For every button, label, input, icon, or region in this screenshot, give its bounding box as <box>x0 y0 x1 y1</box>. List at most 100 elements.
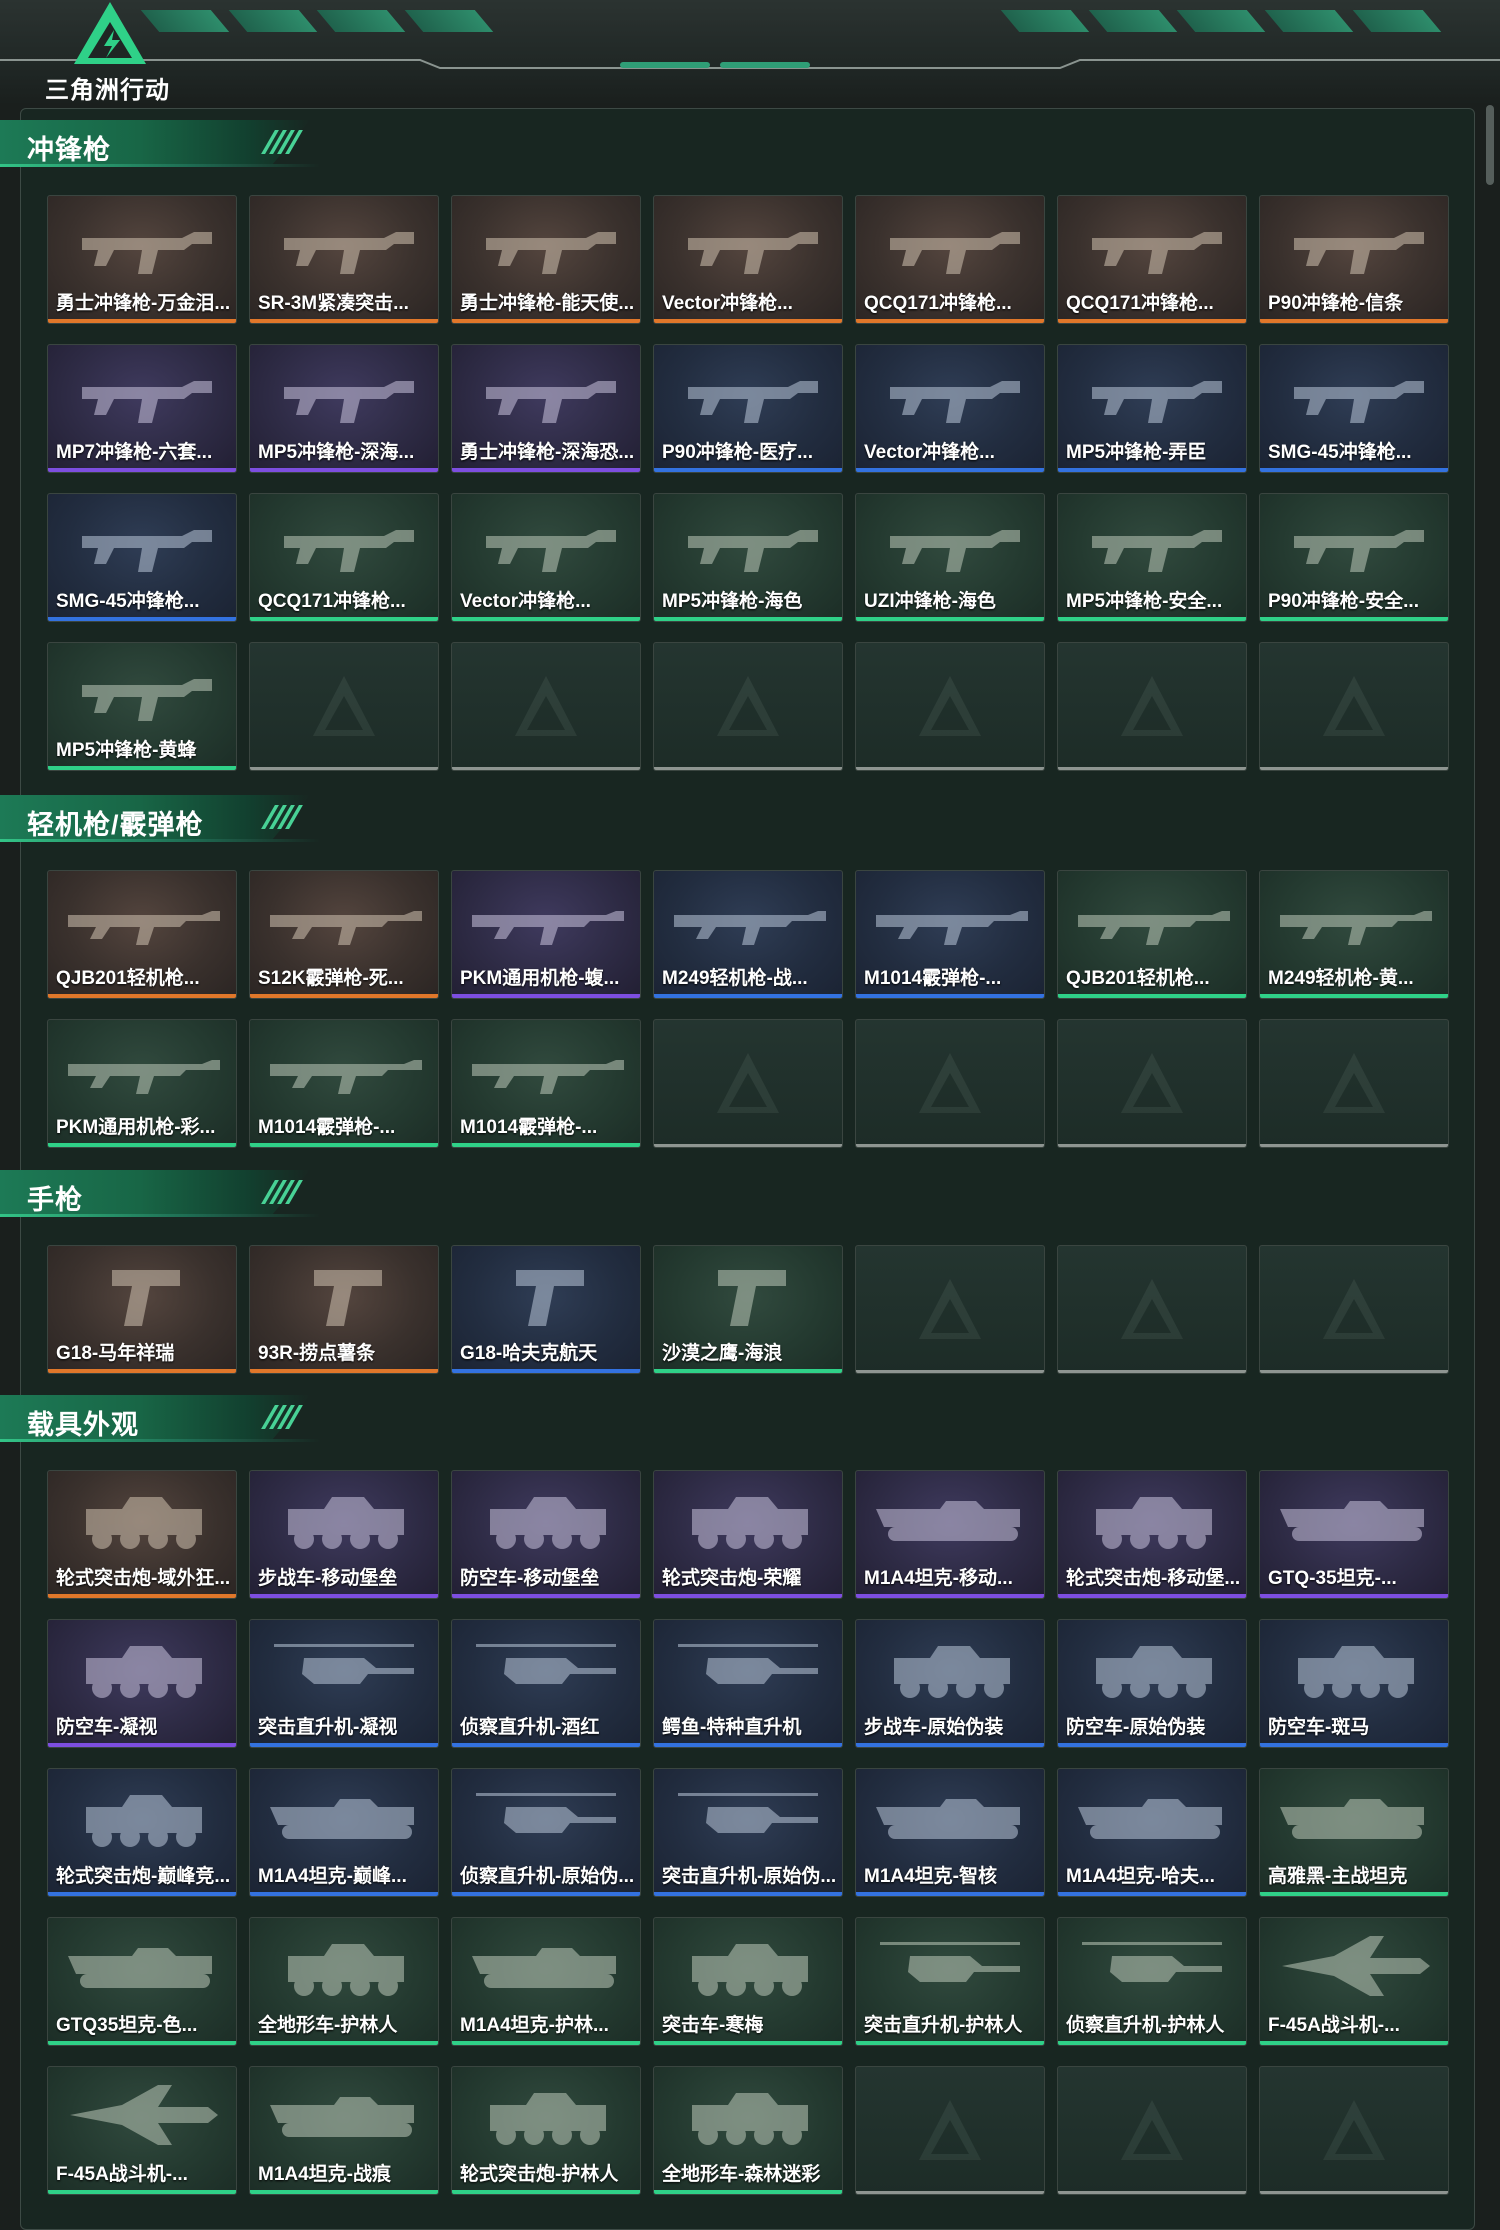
item-name: G18-哈夫克航天 <box>460 1343 598 1364</box>
item-card[interactable]: 轮式突击炮-巅峰竞... <box>47 1768 237 1897</box>
item-card[interactable]: QCQ171冲锋枪... <box>249 493 439 622</box>
item-card[interactable]: 沙漠之鹰-海浪 <box>653 1245 843 1374</box>
item-card[interactable]: 突击直升机-凝视 <box>249 1619 439 1748</box>
item-card[interactable]: 全地形车-森林迷彩 <box>653 2066 843 2195</box>
item-card[interactable]: Vector冲锋枪... <box>451 493 641 622</box>
item-card[interactable]: Vector冲锋枪... <box>653 195 843 324</box>
item-card[interactable]: 全地形车-护林人 <box>249 1917 439 2046</box>
rarity-bar <box>1058 319 1246 323</box>
item-card[interactable]: 93R-捞点薯条 <box>249 1245 439 1374</box>
item-name: M1014霰弹枪-... <box>258 1117 396 1138</box>
item-card[interactable]: 高雅黑-主战坦克 <box>1259 1768 1449 1897</box>
item-card[interactable]: 防空车-移动堡垒 <box>451 1470 641 1599</box>
item-card[interactable]: S12K霰弹枪-死... <box>249 870 439 999</box>
item-card[interactable]: SMG-45冲锋枪... <box>47 493 237 622</box>
item-card[interactable]: M1A4坦克-智核 <box>855 1768 1045 1897</box>
item-card[interactable]: QCQ171冲锋枪... <box>855 195 1045 324</box>
item-name: P90冲锋枪-信条 <box>1268 293 1404 314</box>
item-card[interactable]: M1A4坦克-巅峰... <box>249 1768 439 1897</box>
smg-icon <box>1294 232 1424 274</box>
item-name: 轮式突击炮-域外狂... <box>56 1568 231 1589</box>
item-card[interactable]: 轮式突击炮-荣耀 <box>653 1470 843 1599</box>
scrollbar-thumb[interactable] <box>1486 105 1494 185</box>
item-card[interactable]: P90冲锋枪-信条 <box>1259 195 1449 324</box>
item-card[interactable]: M1014霰弹枪-... <box>855 870 1045 999</box>
item-card[interactable]: SR-3M紧凑突击... <box>249 195 439 324</box>
item-card[interactable]: MP5冲锋枪-安全... <box>1057 493 1247 622</box>
rarity-bar <box>1058 1594 1246 1598</box>
rarity-bar <box>452 1892 640 1896</box>
item-card[interactable]: 侦察直升机-酒红 <box>451 1619 641 1748</box>
item-card[interactable]: 步战车-移动堡垒 <box>249 1470 439 1599</box>
item-card[interactable]: QCQ171冲锋枪... <box>1057 195 1247 324</box>
smg-icon <box>688 232 818 274</box>
item-card[interactable]: 勇士冲锋枪-深海恐... <box>451 344 641 473</box>
item-card[interactable]: M1014霰弹枪-... <box>451 1019 641 1148</box>
item-card[interactable]: GTQ-35坦克-... <box>1259 1470 1449 1599</box>
item-card[interactable]: 突击直升机-原始伪... <box>653 1768 843 1897</box>
item-card[interactable]: M1014霰弹枪-... <box>249 1019 439 1148</box>
item-card[interactable]: 侦察直升机-护林人 <box>1057 1917 1247 2046</box>
item-card[interactable]: 勇士冲锋枪-万金泪... <box>47 195 237 324</box>
item-card[interactable]: P90冲锋枪-医疗... <box>653 344 843 473</box>
item-card[interactable]: 防空车-凝视 <box>47 1619 237 1748</box>
item-card[interactable]: 防空车-原始伪装 <box>1057 1619 1247 1748</box>
item-card[interactable]: MP5冲锋枪-黄蜂 <box>47 642 237 771</box>
item-card[interactable]: 突击车-寒梅 <box>653 1917 843 2046</box>
item-name: M1A4坦克-战痕 <box>258 2164 392 2185</box>
item-card[interactable]: UZI冲锋枪-海色 <box>855 493 1045 622</box>
item-card[interactable]: QJB201轻机枪... <box>1057 870 1247 999</box>
rarity-bar <box>856 1743 1044 1747</box>
tank-icon <box>270 2097 414 2137</box>
header-decoration-right <box>1000 10 1442 36</box>
item-card[interactable]: MP5冲锋枪-弄臣 <box>1057 344 1247 473</box>
empty-slot <box>1057 642 1247 771</box>
item-card[interactable]: G18-哈夫克航天 <box>451 1245 641 1374</box>
rarity-bar <box>856 468 1044 472</box>
item-card[interactable]: F-45A战斗机-... <box>47 2066 237 2195</box>
tank-icon <box>876 1501 1020 1541</box>
grid-pistol: G18-马年祥瑞 93R-捞点薯条 G18-哈夫克航天 沙漠之鹰-海浪 <box>47 1245 1449 1374</box>
delta-logo-icon <box>1323 675 1385 736</box>
item-card[interactable]: M1A4坦克-战痕 <box>249 2066 439 2195</box>
item-card[interactable]: 步战车-原始伪装 <box>855 1619 1045 1748</box>
item-card[interactable]: MP7冲锋枪-六套... <box>47 344 237 473</box>
rarity-bar <box>1058 1743 1246 1747</box>
slot-bar <box>1058 1370 1246 1373</box>
item-card[interactable]: M249轻机枪-战... <box>653 870 843 999</box>
item-name: 步战车-移动堡垒 <box>258 1568 398 1589</box>
item-name: 突击直升机-护林人 <box>864 2015 1023 2036</box>
item-card[interactable]: 轮式突击炮-移动堡... <box>1057 1470 1247 1599</box>
delta-logo-icon <box>717 675 779 736</box>
item-card[interactable]: Vector冲锋枪... <box>855 344 1045 473</box>
item-card[interactable]: SMG-45冲锋枪... <box>1259 344 1449 473</box>
item-card[interactable]: M1A4坦克-哈夫... <box>1057 1768 1247 1897</box>
item-card[interactable]: F-45A战斗机-... <box>1259 1917 1449 2046</box>
item-card[interactable]: M1A4坦克-移动... <box>855 1470 1045 1599</box>
item-name: 沙漠之鹰-海浪 <box>662 1343 783 1364</box>
pistol-icon <box>516 1270 584 1326</box>
item-card[interactable]: MP5冲锋枪-深海... <box>249 344 439 473</box>
item-card[interactable]: 轮式突击炮-域外狂... <box>47 1470 237 1599</box>
rarity-bar <box>48 617 236 621</box>
item-card[interactable]: GTQ35坦克-色... <box>47 1917 237 2046</box>
item-card[interactable]: G18-马年祥瑞 <box>47 1245 237 1374</box>
item-card[interactable]: MP5冲锋枪-海色 <box>653 493 843 622</box>
item-card[interactable]: PKM通用机枪-蝮... <box>451 870 641 999</box>
item-card[interactable]: 鳄鱼-特种直升机 <box>653 1619 843 1748</box>
section-title: 轻机枪/霰弹枪 <box>27 810 204 840</box>
item-card[interactable]: 侦察直升机-原始伪... <box>451 1768 641 1897</box>
item-name: 全地形车-森林迷彩 <box>662 2164 821 2185</box>
item-card[interactable]: 轮式突击炮-护林人 <box>451 2066 641 2195</box>
item-card[interactable]: M1A4坦克-护林... <box>451 1917 641 2046</box>
item-card[interactable]: 勇士冲锋枪-能天使... <box>451 195 641 324</box>
item-card[interactable]: PKM通用机枪-彩... <box>47 1019 237 1148</box>
item-card[interactable]: P90冲锋枪-安全... <box>1259 493 1449 622</box>
item-name: P90冲锋枪-医疗... <box>662 442 813 463</box>
item-card[interactable]: QJB201轻机枪... <box>47 870 237 999</box>
item-name: 侦察直升机-护林人 <box>1066 2015 1225 2036</box>
item-card[interactable]: M249轻机枪-黄... <box>1259 870 1449 999</box>
item-card[interactable]: 防空车-斑马 <box>1259 1619 1449 1748</box>
item-card[interactable]: 突击直升机-护林人 <box>855 1917 1045 2046</box>
rarity-bar <box>654 2190 842 2194</box>
